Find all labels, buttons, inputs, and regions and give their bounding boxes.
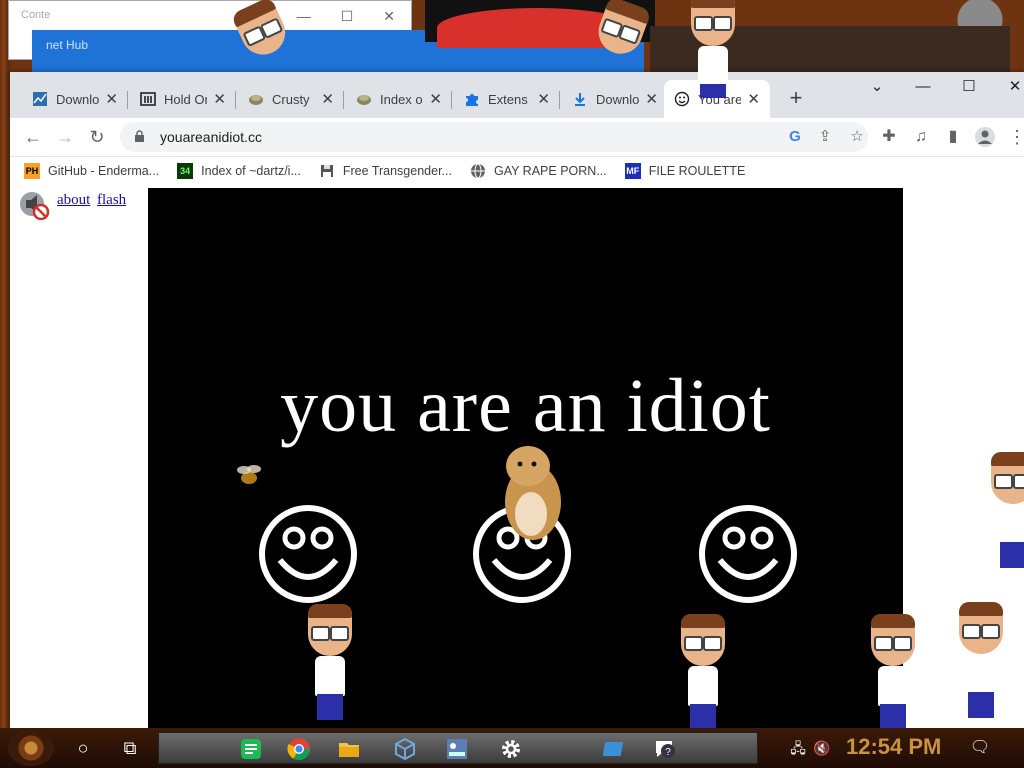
tab-index-of[interactable]: Index o ✕	[346, 80, 452, 118]
tab-close-icon[interactable]: ✕	[105, 90, 118, 108]
globe-icon	[470, 163, 486, 179]
hamster-sticker	[505, 446, 561, 540]
ph-icon: PH	[24, 163, 40, 179]
terminal-icon: 34	[177, 163, 194, 179]
minimize-button[interactable]: —	[900, 72, 946, 102]
mf-icon: MF	[624, 163, 641, 179]
about-link[interactable]: about	[57, 192, 90, 209]
tab-close-icon[interactable]: ✕	[645, 90, 658, 108]
google-icon[interactable]: G	[784, 126, 806, 148]
tab-close-icon[interactable]: ✕	[429, 90, 442, 108]
share-icon[interactable]: ⇪	[814, 126, 836, 148]
network-app-icon[interactable]	[445, 737, 469, 761]
character-sticker	[305, 604, 355, 720]
tab-close-icon[interactable]: ✕	[321, 90, 334, 108]
tab-close-icon[interactable]: ✕	[747, 90, 760, 108]
start-button[interactable]	[8, 730, 54, 766]
new-tab-button[interactable]: +	[782, 84, 810, 112]
bread-icon	[248, 91, 264, 107]
extensions-icon[interactable]: ✚	[876, 124, 902, 150]
chart-icon	[32, 91, 48, 107]
maximize-icon[interactable]: ☐	[341, 8, 354, 25]
background-window-title: Conte	[21, 9, 51, 21]
chrome-icon[interactable]	[287, 737, 311, 761]
building-icon	[140, 91, 156, 107]
maximize-button[interactable]: ☐	[946, 72, 992, 102]
forward-button[interactable]: →	[52, 124, 78, 150]
floppy-icon	[319, 163, 335, 179]
tab-close-icon[interactable]: ✕	[213, 90, 226, 108]
notification-icon[interactable]: 🗨	[968, 736, 992, 760]
bookmark-label: FILE ROULETTE	[648, 164, 746, 178]
browser-toolbar: ← → ↻ youareanidiot.cc G ⇪ ☆ ✚ ♫ ▮ ⋮	[10, 118, 1024, 157]
taskbar: ○ ⧉ ? 🖧 🔇 12:54 PM 🗨	[0, 728, 1024, 768]
bookmark-label: GitHub - Enderma...	[48, 164, 160, 178]
puzzle-icon	[464, 91, 480, 107]
network-icon[interactable]: 🖧	[786, 736, 810, 760]
tab-close-icon[interactable]: ✕	[537, 90, 550, 108]
page-heading: you are an idiot	[280, 364, 771, 448]
file-explorer-icon[interactable]	[337, 737, 361, 761]
character-sticker	[688, 0, 738, 110]
bookmark-github[interactable]: PH GitHub - Enderma...	[24, 163, 159, 179]
notes-app-icon[interactable]	[239, 737, 263, 761]
flash-stage: you are an idiot	[148, 188, 903, 728]
taskbar-clock[interactable]: 12:54 PM	[846, 734, 941, 760]
address-bar[interactable]: youareanidiot.cc G ⇪ ☆	[120, 122, 868, 152]
bookmark-file-roulette[interactable]: MF FILE ROULETTE	[624, 163, 746, 179]
bookmark-globe[interactable]: GAY RAPE PORN...	[470, 163, 607, 179]
lock-icon[interactable]	[134, 130, 146, 144]
window-app-icon[interactable]	[603, 737, 627, 761]
flash-link[interactable]: flash	[97, 192, 126, 209]
tab-hold-on[interactable]: Hold On ✕	[130, 80, 236, 118]
mute-speaker-icon[interactable]	[18, 190, 50, 221]
settings-gear-icon[interactable]	[499, 737, 523, 761]
cube-app-icon[interactable]	[393, 737, 417, 761]
bread-icon	[356, 91, 372, 107]
bookmark-star-icon[interactable]: ☆	[846, 126, 868, 148]
url-text: youareanidiot.cc	[160, 129, 262, 145]
reload-button[interactable]: ↻	[84, 124, 110, 150]
tab-search-icon[interactable]: ⌄	[854, 72, 900, 102]
media-queue-icon[interactable]: ♫	[908, 124, 934, 150]
minimize-icon[interactable]: —	[297, 8, 311, 24]
character-sticker	[988, 452, 1024, 568]
character-sticker	[956, 602, 1006, 718]
tab-extensions[interactable]: Extens ✕	[454, 80, 560, 118]
bookmark-index-dartz[interactable]: 34 Index of ~dartz/i...	[177, 163, 301, 179]
character-sticker	[868, 614, 918, 730]
close-button[interactable]: ✕	[992, 72, 1024, 102]
menu-icon[interactable]: ⋮	[1004, 124, 1024, 150]
bookmark-label: Free Transgender...	[342, 164, 452, 178]
tab-label: Downlo	[56, 91, 100, 107]
bee-sticker	[237, 465, 261, 484]
bookmark-label: GAY RAPE PORN...	[493, 164, 607, 178]
back-button[interactable]: ←	[20, 124, 46, 150]
help-icon[interactable]: ?	[653, 737, 677, 761]
bookmark-free-trans[interactable]: Free Transgender...	[319, 163, 452, 179]
bookmarks-bar: PH GitHub - Enderma... 34 Index of ~dart…	[10, 157, 1024, 186]
svg-text:?: ?	[665, 747, 671, 758]
close-icon[interactable]: ✕	[383, 8, 395, 25]
side-panel-icon[interactable]: ▮	[940, 124, 966, 150]
bookmark-label: Index of ~dartz/i...	[201, 164, 301, 178]
volume-muted-icon[interactable]: 🔇	[810, 736, 834, 760]
app-dock: ?	[158, 732, 758, 764]
smiley-right-icon	[699, 505, 797, 603]
character-sticker	[678, 614, 728, 730]
smiley-left-icon	[259, 505, 357, 603]
task-view-icon[interactable]: ⧉	[118, 736, 142, 760]
search-circle-icon[interactable]: ○	[71, 736, 95, 760]
tab-label: Hold On	[164, 91, 208, 107]
profile-avatar-icon[interactable]	[972, 124, 998, 150]
tab-strip: Downlo ✕ Hold On ✕ Crusty ✕ Index o ✕ Ex…	[10, 72, 1024, 118]
tab-label: Index o	[380, 91, 423, 107]
tab-download-1[interactable]: Downlo ✕	[22, 80, 128, 118]
tab-label: Extens	[488, 91, 528, 107]
